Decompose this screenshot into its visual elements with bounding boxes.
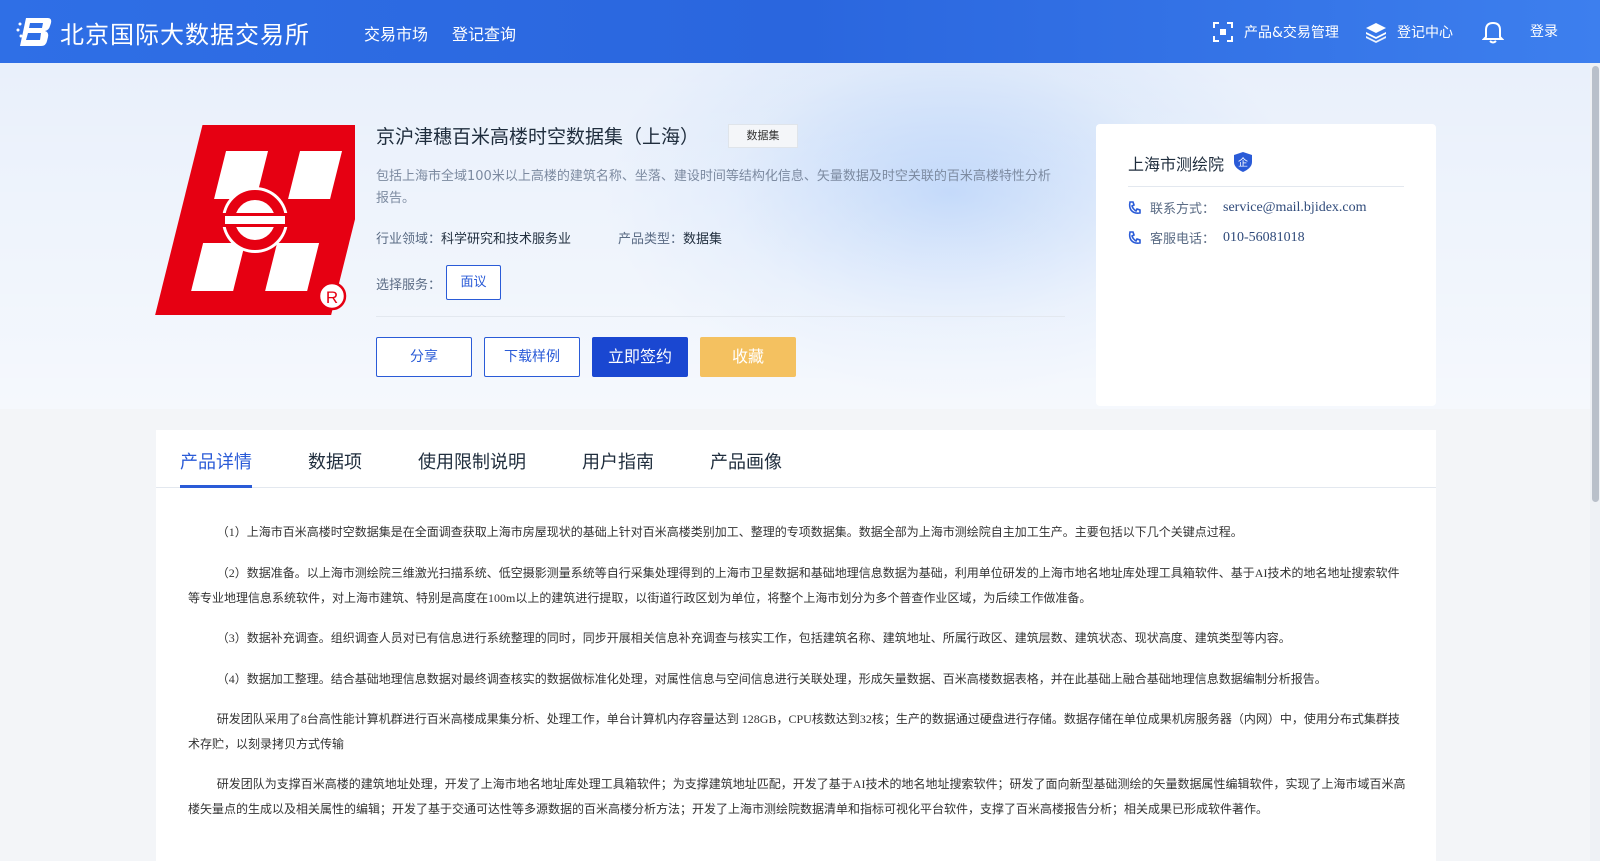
industry-label: 行业领域： xyxy=(376,232,442,247)
divider xyxy=(376,316,1065,317)
provider-logo-image: R xyxy=(155,125,355,315)
tab-user-guide[interactable]: 用户指南 xyxy=(582,448,654,474)
svg-text:企: 企 xyxy=(1238,156,1248,169)
detail-tabs: 产品详情 数据项 使用限制说明 用户指南 产品画像 xyxy=(156,430,1436,488)
phone-icon xyxy=(1128,200,1141,214)
bell-icon[interactable] xyxy=(1482,20,1504,44)
share-button[interactable]: 分享 xyxy=(376,337,472,377)
nav-registry-center[interactable]: 登记中心 xyxy=(1365,21,1453,43)
provider-card: 上海市测绘院 企 联系方式： service@mail.bjidex.com 客… xyxy=(1096,124,1436,406)
detail-paragraph: （1）上海市百米高楼时空数据集是在全面调查获取上海市房屋现状的基础上针对百米高楼… xyxy=(216,525,1243,539)
bjidex-logo-icon[interactable] xyxy=(16,14,52,48)
product-detail-panel: 产品详情 数据项 使用限制说明 用户指南 产品画像 （1）上海市百米高楼时空数据… xyxy=(156,430,1436,861)
product-description: 包括上海市全域100米以上高楼的建筑名称、坐落、建设时间等结构化信息、矢量数据及… xyxy=(376,169,1051,206)
phone-label: 客服电话： xyxy=(1150,232,1216,247)
product-type-value: 数据集 xyxy=(683,232,723,247)
sign-now-button[interactable]: 立即签约 xyxy=(592,337,688,377)
nav-product-mgmt-label: 产品&交易管理 xyxy=(1244,25,1339,41)
active-tab-indicator xyxy=(180,485,252,488)
top-navbar: 北京国际大数据交易所 交易市场 登记查询 产品&交易管理 登记中心 登录 xyxy=(0,0,1600,63)
nav-registry-center-label: 登记中心 xyxy=(1397,25,1453,41)
scan-icon xyxy=(1213,22,1233,42)
nav-product-mgmt[interactable]: 产品&交易管理 xyxy=(1212,21,1339,43)
service-option-negotiable[interactable]: 面议 xyxy=(446,265,501,300)
tab-usage-limits[interactable]: 使用限制说明 xyxy=(418,448,526,474)
tab-data-items[interactable]: 数据项 xyxy=(308,448,362,474)
phone-icon xyxy=(1128,230,1141,244)
provider-contact: 联系方式： service@mail.bjidex.com xyxy=(1128,198,1367,217)
site-brand[interactable]: 北京国际大数据交易所 xyxy=(60,15,310,50)
layers-icon xyxy=(1366,23,1386,43)
svg-text:R: R xyxy=(326,288,338,307)
nav-market[interactable]: 交易市场 xyxy=(364,21,428,45)
industry-value: 科学研究和技术服务业 xyxy=(441,232,572,247)
enterprise-verified-icon: 企 xyxy=(1234,152,1252,172)
favorite-button[interactable]: 收藏 xyxy=(700,337,796,377)
product-type-badge: 数据集 xyxy=(728,124,798,148)
download-sample-button[interactable]: 下载样例 xyxy=(484,337,580,377)
contact-email[interactable]: service@mail.bjidex.com xyxy=(1223,200,1367,216)
detail-paragraph: （2）数据准备。以上海市测绘院三维激光扫描系统、低空摄影测量系统等自行采集处理得… xyxy=(188,566,1400,605)
nav-registry-query[interactable]: 登记查询 xyxy=(452,21,516,45)
tab-product-detail[interactable]: 产品详情 xyxy=(180,448,252,474)
scrollbar-thumb[interactable] xyxy=(1592,66,1599,502)
detail-paragraph: （4）数据加工整理。结合基础地理信息数据对最终调查核实的数据做标准化处理，对属性… xyxy=(216,672,1327,686)
product-title: 京沪津穗百米高楼时空数据集（上海） xyxy=(376,126,700,148)
provider-divider xyxy=(1128,186,1404,187)
contact-label: 联系方式： xyxy=(1150,202,1216,217)
product-type-label: 产品类型： xyxy=(618,232,684,247)
tab-product-profile[interactable]: 产品画像 xyxy=(710,448,782,474)
industry-field: 行业领域：科学研究和技术服务业 xyxy=(376,228,571,247)
detail-paragraph: （3）数据补充调查。组织调查人员对已有信息进行系统整理的同时，同步开展相关信息补… xyxy=(216,631,1291,645)
detail-paragraph: 研发团队为支撑百米高楼的建筑地址处理，开发了上海市地名地址库处理工具箱软件；为支… xyxy=(188,777,1406,816)
phone-number: 010-56081018 xyxy=(1223,229,1305,245)
service-label: 选择服务： xyxy=(376,278,442,293)
provider-phone: 客服电话： 010-56081018 xyxy=(1128,228,1305,247)
detail-paragraph: 研发团队采用了8台高性能计算机群进行百米高楼成果集分析、处理工作，单台计算机内存… xyxy=(188,712,1400,751)
provider-name[interactable]: 上海市测绘院 xyxy=(1128,151,1224,175)
product-type-field: 产品类型：数据集 xyxy=(618,228,722,247)
login-button[interactable]: 登录 xyxy=(1530,21,1558,41)
